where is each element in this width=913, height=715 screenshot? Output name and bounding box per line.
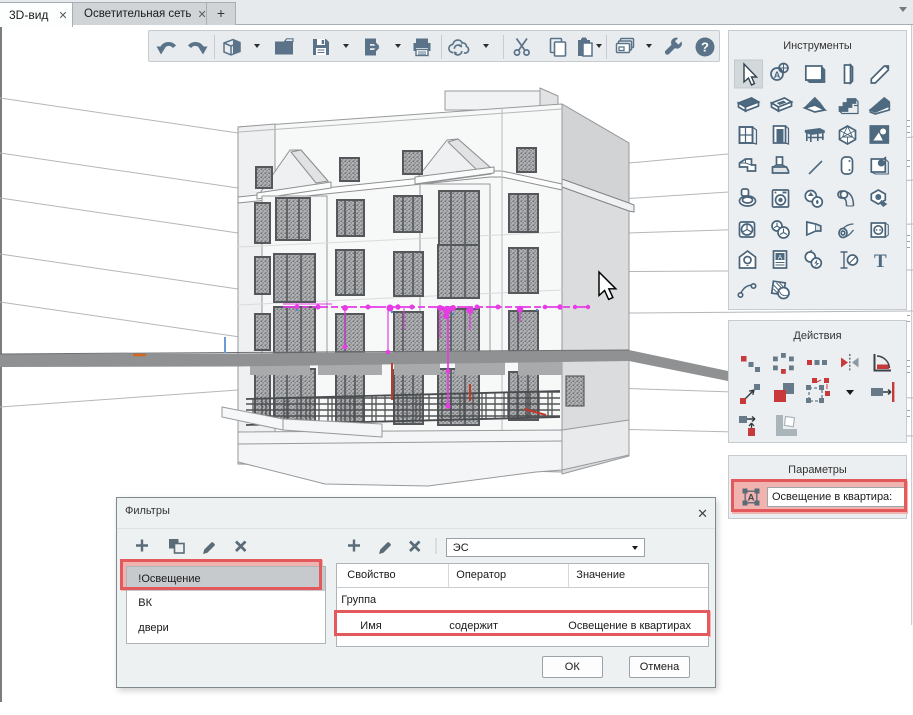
svg-text:A: A bbox=[774, 70, 781, 80]
svg-text:T: T bbox=[874, 251, 887, 272]
svg-text:?: ? bbox=[701, 40, 709, 55]
svg-text:A: A bbox=[778, 255, 783, 262]
